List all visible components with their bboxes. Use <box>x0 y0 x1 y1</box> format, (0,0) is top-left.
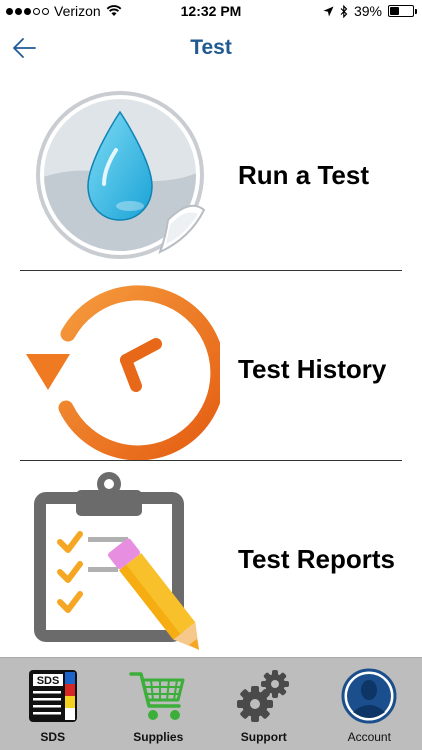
menu-item-label: Test History <box>238 353 387 384</box>
bluetooth-icon <box>340 4 348 18</box>
menu-item-run-a-test[interactable]: Run a Test <box>20 80 402 270</box>
tab-account[interactable]: Account <box>317 658 422 750</box>
sds-binder-icon: SDS <box>24 668 82 724</box>
water-drop-icon <box>20 80 220 270</box>
menu-item-test-reports[interactable]: Test Reports <box>20 464 402 654</box>
sds-badge-text: SDS <box>36 675 59 687</box>
menu-item-label: Test Reports <box>238 543 395 574</box>
navigation-bar: Test <box>0 22 422 74</box>
menu-item-test-history[interactable]: Test History <box>20 274 402 464</box>
tab-supplies[interactable]: Supplies <box>106 658 212 750</box>
status-bar: Verizon 12:32 PM 39% <box>0 0 422 22</box>
clipboard-checklist-icon <box>20 464 220 654</box>
battery-percent: 39% <box>353 3 382 19</box>
divider <box>20 270 402 271</box>
tab-bar: SDS SDS Supplies Support Account <box>0 657 422 750</box>
battery-fill <box>390 7 399 15</box>
status-right: 39% <box>323 3 417 19</box>
clock-history-icon <box>20 274 226 464</box>
menu-item-label: Run a Test <box>238 159 369 190</box>
battery-icon <box>388 5 417 17</box>
tab-label: Supplies <box>133 730 184 744</box>
user-avatar-icon <box>340 668 398 724</box>
tab-label: SDS <box>40 730 66 744</box>
tab-label: Support <box>240 730 287 744</box>
divider <box>20 460 402 461</box>
tab-support[interactable]: Support <box>211 658 317 750</box>
tab-sds[interactable]: SDS SDS <box>0 658 106 750</box>
gears-icon <box>235 668 293 724</box>
page-title: Test <box>190 36 232 59</box>
location-arrow-icon <box>323 6 334 16</box>
shopping-cart-icon <box>129 668 187 724</box>
tab-label: Account <box>347 730 391 744</box>
